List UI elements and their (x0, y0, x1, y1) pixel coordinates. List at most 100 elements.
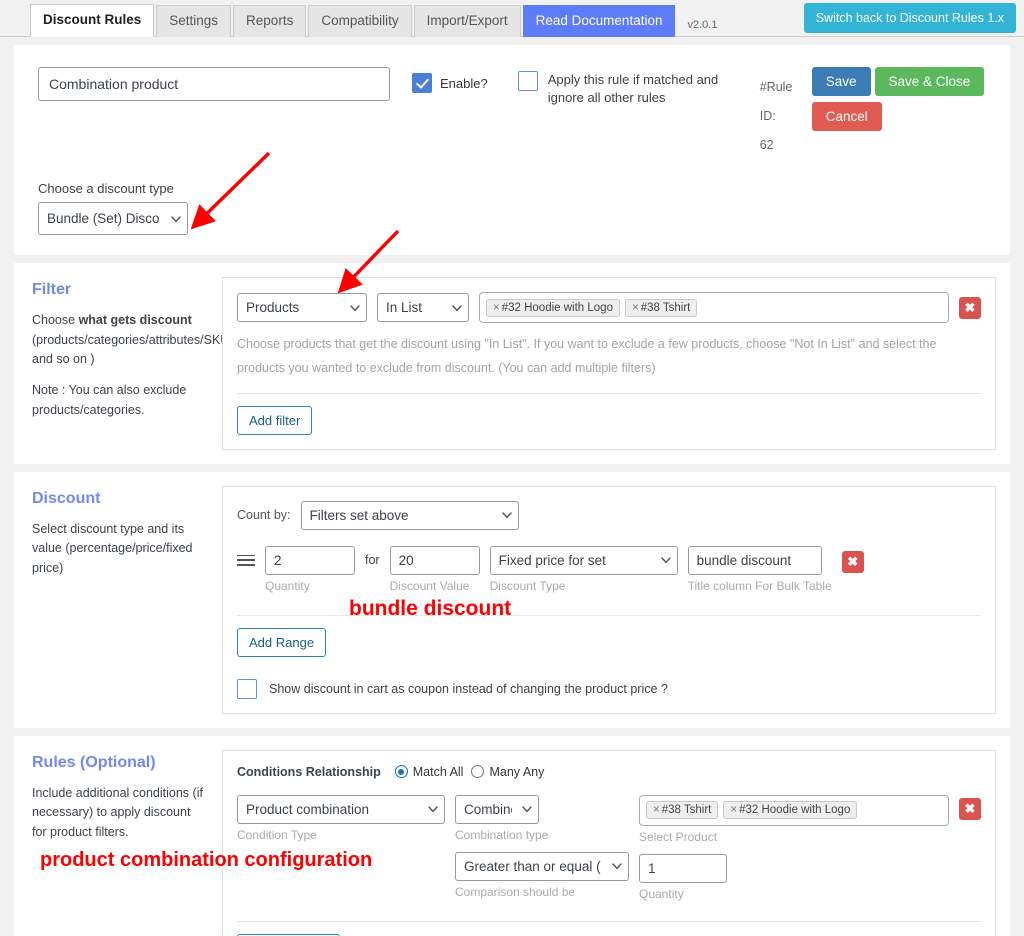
apply-rule-checkbox-group[interactable]: Apply this rule if matched and ignore al… (517, 67, 746, 106)
rule-id-value: 62 (759, 137, 774, 152)
cancel-button[interactable]: Cancel (811, 102, 882, 131)
rules-desc: Include additional conditions (if necess… (32, 785, 203, 839)
count-by-select[interactable]: Filters set above (300, 500, 519, 530)
product-tag[interactable]: × #32 Hoodie with Logo (486, 298, 620, 317)
enable-checkbox-group[interactable]: Enable? (412, 67, 488, 93)
tab-reports[interactable]: Reports (233, 4, 307, 37)
filter-panel: Products In List ×#32 Hoodie with Logo (222, 277, 996, 450)
filter-desc: Choose what gets discount (products/cate… (32, 311, 229, 369)
filter-type-select[interactable]: Products (237, 293, 367, 323)
product-tag[interactable]: × #38 Tshirt (624, 298, 698, 317)
condition-type-select-wrap[interactable]: Product combination (237, 794, 445, 824)
count-by-row: Count by: Filters set above (237, 500, 981, 530)
title-column-input[interactable] (687, 545, 822, 575)
product-tag[interactable]: × #38 Tshirt (646, 801, 719, 820)
count-by-select-wrap[interactable]: Filters set above (300, 500, 519, 530)
coupon-label: Show discount in cart as coupon instead … (269, 681, 668, 696)
condition-row: Product combination Condition Type Combi… (237, 794, 981, 901)
discount-value-input[interactable] (389, 545, 480, 575)
filter-description: Filter Choose what gets discount (produc… (14, 263, 229, 464)
combination-type-sublabel: Combination type (455, 827, 549, 842)
tab-bar: Discount Rules Settings Reports Compatib… (0, 0, 1024, 37)
rules-card: Rules (Optional) Include additional cond… (14, 735, 1010, 936)
many-any-radio-group[interactable]: Many Any (471, 765, 544, 779)
filter-type-select-wrap[interactable]: Products (237, 293, 367, 323)
apply-rule-label: Apply this rule if matched and ignore al… (547, 72, 719, 105)
match-all-label: Match All (412, 764, 464, 779)
apply-rule-checkbox[interactable] (517, 71, 538, 91)
match-all-radio[interactable] (394, 765, 408, 779)
save-button[interactable]: Save (811, 67, 871, 96)
discount-type-label: Choose a discount type (38, 181, 174, 197)
quantity-input[interactable] (265, 545, 355, 575)
rules-quantity-input[interactable] (639, 853, 727, 883)
delete-filter-button[interactable]: ✖ (959, 296, 981, 319)
combination-type-select[interactable]: Combine (455, 794, 539, 824)
filter-card: Filter Choose what gets discount (produc… (14, 230, 1010, 464)
coupon-checkbox[interactable] (237, 678, 257, 699)
save-and-close-button[interactable]: Save & Close (874, 67, 985, 96)
select-product-sublabel: Select Product (639, 829, 718, 844)
action-buttons: Save Save & Close Cancel (811, 67, 989, 137)
many-any-radio[interactable] (471, 765, 485, 779)
conditions-relationship-row: Conditions Relationship Match All Many A… (237, 765, 981, 779)
match-all-radio-group[interactable]: Match All (394, 764, 464, 779)
rule-id-block: #Rule ID: 62 (760, 67, 812, 159)
discount-value-sublabel: Discount Value (389, 578, 470, 593)
rules-panel: Conditions Relationship Match All Many A… (222, 749, 996, 936)
tab-discount-rules[interactable]: Discount Rules (30, 3, 155, 37)
rules-heading: Rules (Optional) (32, 753, 156, 771)
for-label: for (365, 552, 380, 567)
discount-type-row-select[interactable]: Fixed price for set (489, 545, 678, 575)
divider (237, 920, 981, 922)
comparison-select[interactable]: Greater than or equal ( > = ) (455, 851, 629, 881)
discount-type-select-wrap[interactable]: Bundle (Set) Discount (38, 202, 188, 236)
filter-desc-suffix: (products/categories/attributes/SKU and … (32, 332, 230, 366)
filter-heading: Filter (32, 281, 72, 299)
delete-range-button[interactable]: ✖ (841, 550, 864, 573)
filter-hint: Choose products that get the discount us… (237, 337, 937, 375)
drag-handle-icon[interactable] (237, 554, 255, 566)
comparison-select-wrap[interactable]: Greater than or equal ( > = ) (455, 851, 629, 881)
conditions-relationship-label: Conditions Relationship (237, 764, 381, 779)
filter-method-select[interactable]: In List (377, 293, 469, 323)
version-label: v2.0.1 (687, 19, 718, 31)
remove-tag-icon[interactable]: × (653, 804, 660, 816)
filter-method-select-wrap[interactable]: In List (377, 293, 469, 323)
divider (237, 614, 981, 616)
discount-heading: Discount (32, 489, 101, 507)
condition-type-sublabel: Condition Type (237, 827, 317, 842)
enable-checkbox[interactable] (412, 73, 432, 93)
rule-header-card: Enable? Apply this rule if matched and i… (14, 45, 1010, 256)
rules-products-tagbox[interactable]: × #38 Tshirt × #32 Hoodie with Logo (639, 794, 949, 826)
filter-desc-prefix: Choose (32, 313, 79, 328)
tab-settings[interactable]: Settings (156, 4, 232, 37)
coupon-checkbox-group[interactable]: Show discount in cart as coupon instead … (237, 678, 981, 699)
remove-tag-icon[interactable]: × (632, 302, 639, 314)
switch-back-button[interactable]: Switch back to Discount Rules 1.x (803, 3, 1016, 33)
tab-compatibility[interactable]: Compatibility (308, 4, 412, 37)
rule-id-label: #Rule ID: (759, 80, 793, 123)
product-tag[interactable]: × #32 Hoodie with Logo (723, 801, 858, 820)
quantity-sublabel: Quantity (265, 578, 310, 593)
discount-panel: Count by: Filters set above Quantity (222, 485, 996, 714)
remove-tag-icon[interactable]: × (730, 804, 737, 816)
tab-import-export[interactable]: Import/Export (413, 4, 521, 37)
delete-condition-button[interactable]: ✖ (959, 797, 981, 820)
discount-card: Discount Select discount type and its va… (14, 471, 1010, 728)
rule-name-input[interactable] (38, 67, 390, 101)
add-filter-button[interactable]: Add filter (237, 405, 313, 435)
remove-tag-icon[interactable]: × (493, 302, 500, 314)
filter-products-tagbox[interactable]: × #32 Hoodie with Logo × #38 Tshirt (479, 292, 949, 324)
discount-type-row-select-wrap[interactable]: Fixed price for set (489, 545, 678, 575)
count-by-label: Count by: (237, 508, 291, 523)
filter-desc-note: Note : You can also exclude products/cat… (32, 383, 187, 417)
add-range-button[interactable]: Add Range (237, 627, 327, 657)
filter-desc-bold: what gets discount (78, 313, 192, 328)
discount-type-select[interactable]: Bundle (Set) Discount (38, 202, 188, 236)
combination-type-select-wrap[interactable]: Combine (455, 794, 539, 824)
title-column-sublabel: Title column For Bulk Table (687, 578, 832, 593)
discount-range-row: Quantity for Discount Value Fixed price … (237, 545, 981, 593)
condition-type-select[interactable]: Product combination (237, 794, 445, 824)
tab-read-documentation[interactable]: Read Documentation (522, 4, 676, 37)
